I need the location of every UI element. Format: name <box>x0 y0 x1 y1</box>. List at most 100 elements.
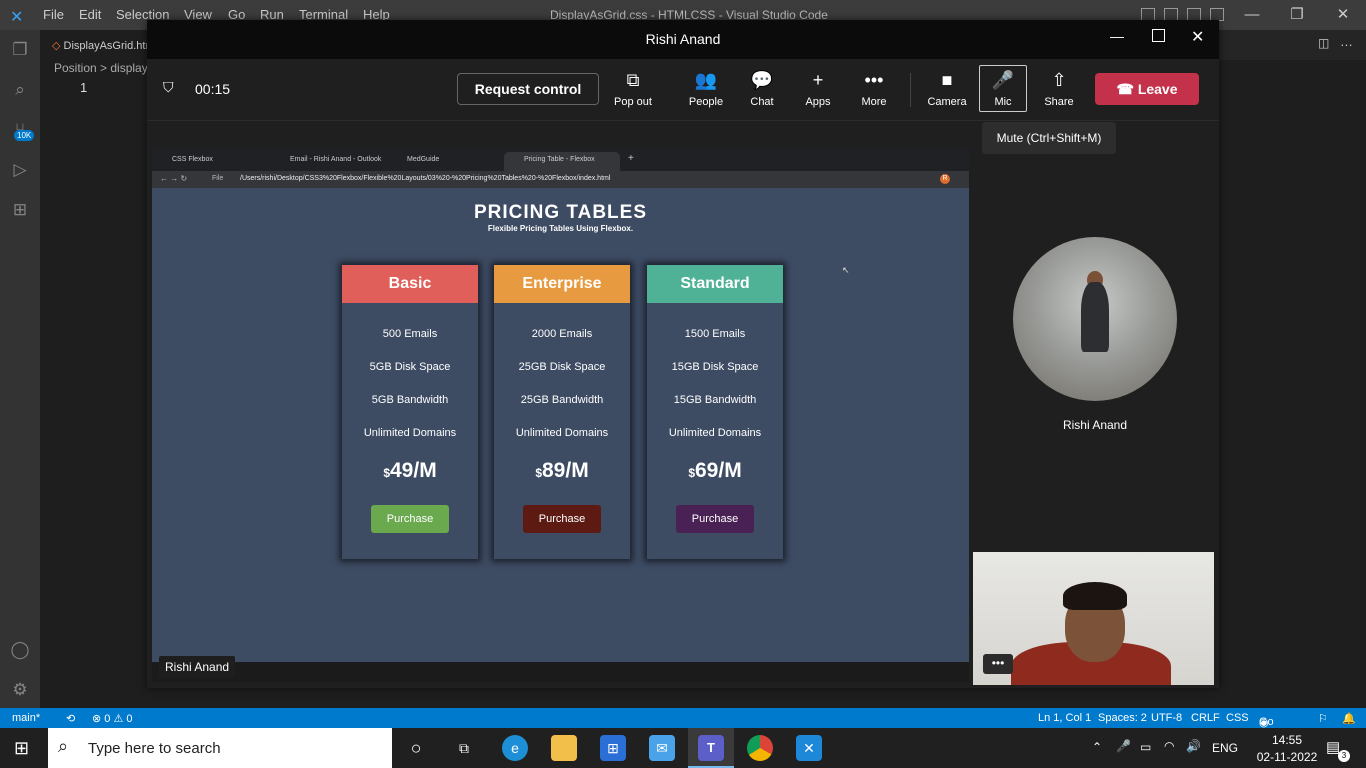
purchase-button[interactable]: Purchase <box>371 505 449 533</box>
editor-more-icon[interactable]: … <box>1340 34 1353 49</box>
breadcrumb[interactable]: Position > displayFl <box>54 61 158 75</box>
search-icon: ⌕ <box>58 736 69 756</box>
people-button[interactable]: 👥 People <box>678 68 734 108</box>
cursor-position[interactable]: Ln 1, Col 1 <box>1038 712 1091 724</box>
settings-gear-icon[interactable]: ⚙ <box>9 680 31 702</box>
store-icon[interactable]: ⊞ <box>600 735 626 761</box>
task-view-icon[interactable]: ⧉ <box>451 735 477 761</box>
plus-icon: + <box>812 70 824 90</box>
teams-icon: T <box>698 735 724 761</box>
url-text: /Users/rishi/Desktop/CSS3%20Flexbox/Flex… <box>240 175 611 182</box>
card-header: Basic <box>342 265 478 303</box>
file-explorer-icon[interactable] <box>551 735 577 761</box>
teams-maximize-icon[interactable] <box>1152 29 1165 42</box>
share-button[interactable]: ⇧ Share <box>1031 68 1087 108</box>
indentation[interactable]: Spaces: 2 <box>1098 712 1147 724</box>
search-icon[interactable]: ⌕ <box>9 80 31 102</box>
vscode-close-icon[interactable]: ✕ <box>1332 4 1354 26</box>
card-feature: 500 Emails <box>382 328 438 340</box>
card-feature: 5GB Disk Space <box>369 361 451 373</box>
explorer-icon[interactable]: ❐ <box>9 40 31 62</box>
pricing-card-standard: Standard 1500 Emails 15GB Disk Space 15G… <box>647 265 783 559</box>
language-mode[interactable]: CSS <box>1226 712 1249 724</box>
camera-button[interactable]: ■ Camera <box>919 68 975 108</box>
encoding[interactable]: UTF-8 <box>1151 712 1182 724</box>
feedback-icon[interactable]: ⚐ <box>1318 712 1328 725</box>
tray-chevron-icon[interactable]: ⌃ <box>1092 740 1102 754</box>
card-feature: 15GB Disk Space <box>671 361 759 373</box>
presenter-name-tag: Rishi Anand <box>159 656 236 678</box>
git-branch[interactable]: main* <box>12 712 40 724</box>
teams-minimize-icon[interactable]: — <box>1110 28 1124 44</box>
menu-edit[interactable]: Edit <box>79 7 101 22</box>
mail-icon[interactable]: ✉ <box>649 735 675 761</box>
self-more-icon[interactable]: ••• <box>983 654 1013 674</box>
participant-video[interactable] <box>1013 237 1177 401</box>
clock-time[interactable]: 14:55 <box>1258 733 1316 747</box>
camera-icon: ■ <box>941 70 953 90</box>
volume-icon[interactable]: 🔊 <box>1186 739 1201 753</box>
tray-mic-icon[interactable]: 🎤 <box>1116 739 1131 753</box>
purchase-button[interactable]: Purchase <box>676 505 754 533</box>
more-label: More <box>861 96 887 108</box>
people-label: People <box>688 96 724 108</box>
wifi-icon[interactable]: ◠ <box>1164 739 1174 753</box>
editor-tab-label: DisplayAsGrid.htı <box>63 40 149 52</box>
leave-button[interactable]: ☎ Leave <box>1095 73 1199 105</box>
price-value: 69/M <box>695 459 742 482</box>
browser-tab[interactable]: MedGuide <box>387 152 504 171</box>
clock-date[interactable]: 02-11-2022 <box>1250 750 1324 764</box>
nav-arrows-icon[interactable]: ← → ↻ <box>160 174 187 183</box>
notification-count: 3 <box>1338 750 1350 762</box>
browser-tab-label: Pricing Table - Flexbox <box>524 156 595 163</box>
language-indicator[interactable]: ENG <box>1212 741 1238 755</box>
browser-address-bar[interactable]: ← → ↻ File /Users/rishi/Desktop/CSS3%20F… <box>152 171 969 188</box>
card-header: Standard <box>647 265 783 303</box>
more-icon: ••• <box>864 70 884 90</box>
card-price: $89/M <box>494 459 630 483</box>
teams-taskbar-button[interactable]: T <box>688 728 734 768</box>
battery-icon[interactable]: ▭ <box>1140 740 1151 754</box>
leave-label: Leave <box>1137 81 1178 97</box>
sync-icon[interactable]: ⟲ <box>66 712 75 725</box>
browser-tab[interactable]: Email - Rishi Anand - Outlook <box>270 152 387 171</box>
mic-button[interactable]: 🎤 Mic <box>975 68 1031 108</box>
chat-button[interactable]: 💬 Chat <box>734 68 790 108</box>
request-control-button[interactable]: Request control <box>457 73 599 105</box>
purchase-button[interactable]: Purchase <box>523 505 601 533</box>
vscode-taskbar-icon[interactable]: ✕ <box>796 735 822 761</box>
browser-tab[interactable]: CSS Flexbox <box>152 152 270 171</box>
windows-start-icon[interactable]: ⊞ <box>14 738 29 759</box>
browser-tab-strip: CSS Flexbox Email - Rishi Anand - Outloo… <box>152 148 969 171</box>
card-feature: Unlimited Domains <box>363 427 457 439</box>
more-button[interactable]: ••• More <box>846 68 902 108</box>
editor-tab[interactable]: ◇ DisplayAsGrid.htı <box>40 30 150 60</box>
mouse-cursor-icon: ↖ <box>842 265 850 275</box>
pricing-card-basic: Basic 500 Emails 5GB Disk Space 5GB Band… <box>342 265 478 559</box>
chrome-icon[interactable] <box>747 735 773 761</box>
new-tab-icon[interactable]: + <box>628 153 634 164</box>
mic-icon: 🎤 <box>991 70 1015 90</box>
split-editor-icon[interactable]: ◫ <box>1318 36 1329 50</box>
run-debug-icon[interactable]: ▷ <box>9 160 31 182</box>
browser-tab-active[interactable]: Pricing Table - Flexbox <box>504 152 620 171</box>
pop-out-button[interactable]: ⧉ Pop out <box>605 68 661 108</box>
profile-avatar[interactable]: R <box>940 174 950 184</box>
taskbar-search[interactable]: ⌕ Type here to search <box>48 728 392 768</box>
menu-file[interactable]: File <box>43 7 64 22</box>
bell-icon[interactable]: 🔔 <box>1342 712 1356 725</box>
problems-count[interactable]: ⊗ 0 ⚠ 0 <box>92 712 132 725</box>
edge-icon[interactable]: e <box>502 735 528 761</box>
vscode-restore-icon[interactable]: ❐ <box>1286 4 1308 26</box>
teams-close-icon[interactable]: ✕ <box>1191 27 1204 47</box>
cortana-icon[interactable]: ○ <box>403 735 429 761</box>
participant-name: Rishi Anand <box>1062 418 1128 432</box>
extensions-icon[interactable]: ⊞ <box>9 200 31 222</box>
card-feature: 15GB Bandwidth <box>673 394 757 406</box>
shared-screen: CSS Flexbox Email - Rishi Anand - Outloo… <box>152 148 969 662</box>
accounts-icon[interactable]: ◯ <box>9 640 31 662</box>
self-video[interactable]: ••• <box>973 552 1214 685</box>
line-ending[interactable]: CRLF <box>1191 712 1220 724</box>
apps-button[interactable]: + Apps <box>790 68 846 108</box>
vscode-minimize-icon[interactable]: — <box>1241 4 1263 26</box>
